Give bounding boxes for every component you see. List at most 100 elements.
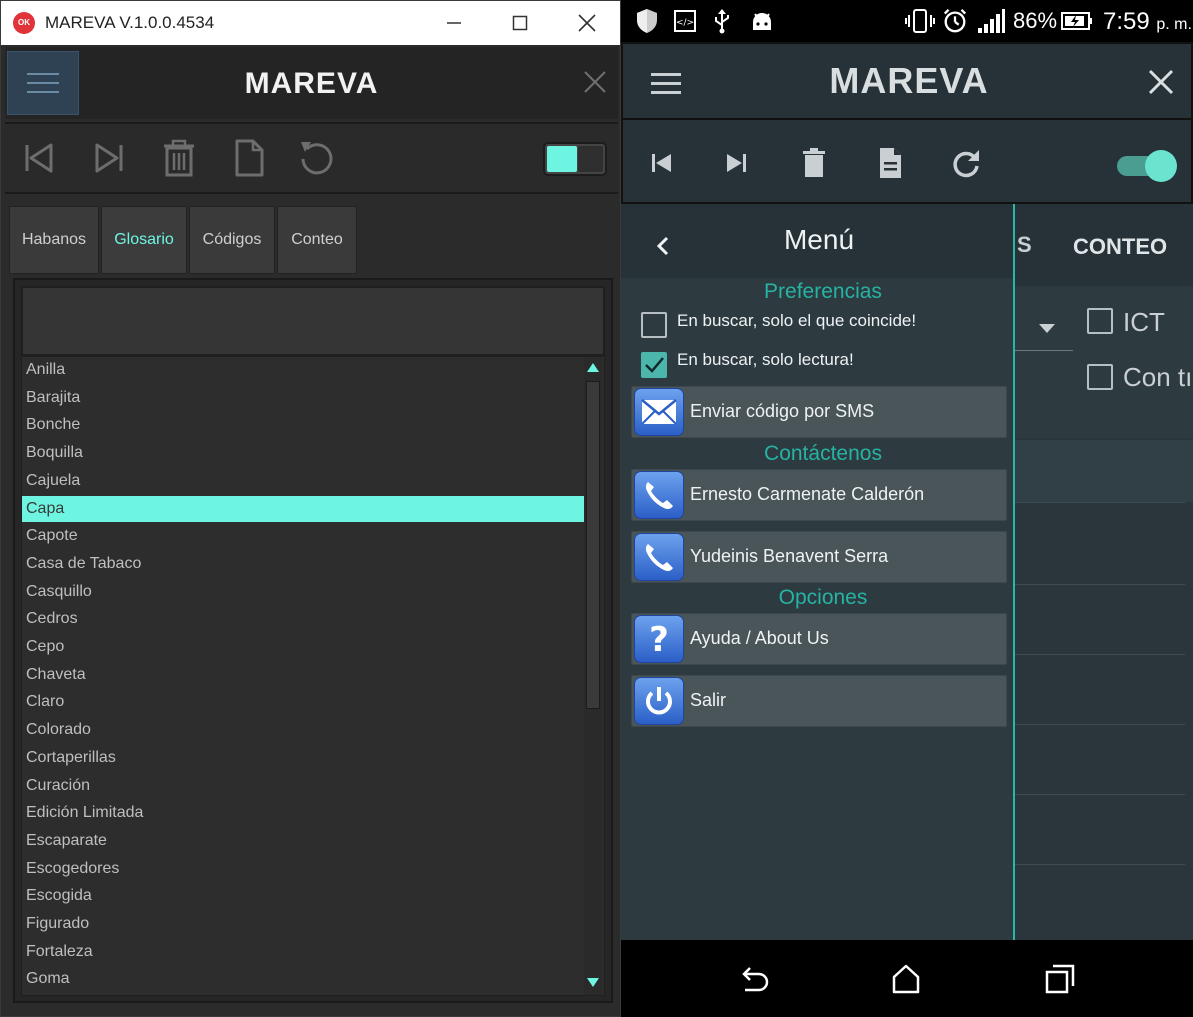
- search-input[interactable]: [21, 286, 605, 356]
- scroll-down-arrow-icon[interactable]: [587, 978, 599, 987]
- menu-item-exit-label: Salir: [690, 690, 727, 710]
- ict-checkbox[interactable]: [1087, 308, 1113, 334]
- section-opciones: Opciones: [778, 586, 868, 609]
- app-header: MAREVA: [5, 47, 618, 119]
- menu-item-exit[interactable]: Salir: [631, 675, 1007, 727]
- glossary-panel: Anilla Barajita Bonche Boquilla Cajuela …: [13, 278, 613, 1003]
- skip-first-icon[interactable]: [19, 138, 59, 178]
- refresh-icon[interactable]: [297, 138, 337, 178]
- tab-glosario[interactable]: Glosario: [101, 206, 187, 274]
- trash-icon[interactable]: [159, 138, 199, 178]
- scrollbar[interactable]: [584, 357, 602, 995]
- drawer-title: Menú: [783, 224, 855, 255]
- recents-icon[interactable]: [1043, 962, 1077, 996]
- list-item[interactable]: Escaparate: [22, 828, 584, 854]
- developer-icon: </>: [674, 10, 696, 32]
- navigation-drawer: Menú Preferencias En buscar, solo el que…: [621, 204, 1015, 940]
- status-bar: </> 86% 7:59 p. m.: [621, 0, 1193, 42]
- menu-item-sms[interactable]: Enviar código por SMS: [631, 386, 1007, 438]
- list-item[interactable]: Fortaleza: [22, 939, 584, 965]
- tab-codigos-partial[interactable]: S: [1017, 232, 1032, 258]
- scrollbar-thumb[interactable]: [586, 381, 600, 709]
- tab-bar: Habanos Glosario Códigos Conteo: [5, 198, 618, 278]
- close-icon[interactable]: [1147, 68, 1175, 96]
- list-item[interactable]: Bonche: [22, 412, 584, 438]
- list-item[interactable]: Claro: [22, 689, 584, 715]
- document-icon[interactable]: [229, 138, 269, 178]
- con-checkbox-label: Con tı: [1123, 362, 1193, 392]
- app-title: MAREVA: [244, 67, 379, 100]
- document-icon[interactable]: [873, 146, 907, 180]
- alarm-icon: [943, 9, 967, 33]
- skip-last-icon[interactable]: [89, 138, 129, 178]
- toolbar: [5, 122, 618, 194]
- scroll-up-arrow-icon[interactable]: [587, 363, 599, 372]
- window-close-button[interactable]: [567, 7, 607, 39]
- list-item[interactable]: Boquilla: [22, 440, 584, 466]
- envelope-icon: [634, 388, 684, 436]
- close-icon: [578, 14, 596, 32]
- list-item[interactable]: Colorado: [22, 717, 584, 743]
- glossary-list[interactable]: Anilla Barajita Bonche Boquilla Cajuela …: [21, 356, 605, 996]
- list-item[interactable]: Cedros: [22, 606, 584, 632]
- list-item[interactable]: Figurado: [22, 911, 584, 937]
- app-logo-icon: OK: [13, 12, 35, 34]
- dropdown-underline: [1015, 350, 1073, 351]
- results-divider: [1015, 654, 1185, 655]
- usb-icon: [715, 9, 729, 34]
- results-divider: [1015, 584, 1185, 585]
- list-item[interactable]: Escogida: [22, 883, 584, 909]
- list-item[interactable]: Chaveta: [22, 662, 584, 688]
- list-item[interactable]: Cortaperillas: [22, 745, 584, 771]
- maximize-button[interactable]: [500, 7, 540, 39]
- dropdown-arrow-icon[interactable]: [1039, 324, 1055, 333]
- menu-item-contact-2[interactable]: Yudeinis Benavent Serra: [631, 531, 1007, 583]
- pref-checkbox-lectura[interactable]: [641, 352, 667, 378]
- list-item[interactable]: Cepo: [22, 634, 584, 660]
- mode-switch[interactable]: [1115, 148, 1177, 182]
- minimize-button[interactable]: [434, 7, 474, 39]
- pref-checkbox-coincide[interactable]: [641, 312, 667, 338]
- home-icon[interactable]: [889, 962, 923, 996]
- list-item[interactable]: Anilla: [22, 357, 584, 383]
- menu-item-contact-2-label: Yudeinis Benavent Serra: [690, 546, 889, 566]
- tab-codigos[interactable]: Códigos: [189, 206, 275, 274]
- pref-label-lectura: En buscar, solo lectura!: [677, 350, 854, 369]
- list-item[interactable]: Cajuela: [22, 468, 584, 494]
- results-divider: [1015, 864, 1185, 865]
- tab-habanos[interactable]: Habanos: [9, 206, 99, 274]
- skip-last-icon[interactable]: [719, 146, 753, 180]
- results-header: [1015, 440, 1193, 502]
- android-icon: [753, 13, 771, 30]
- app-title: MAREVA: [829, 60, 989, 101]
- close-icon[interactable]: [582, 69, 608, 95]
- list-item[interactable]: Edición Limitada: [22, 800, 584, 826]
- list-item[interactable]: Capote: [22, 523, 584, 549]
- pref-label-coincide: En buscar, solo el que coincide!: [677, 311, 917, 330]
- con-checkbox[interactable]: [1087, 364, 1113, 390]
- tab-conteo[interactable]: Conteo: [277, 206, 357, 274]
- refresh-icon[interactable]: [949, 146, 983, 180]
- power-icon: [634, 677, 684, 725]
- skip-first-icon[interactable]: [645, 146, 679, 180]
- list-item[interactable]: Casa de Tabaco: [22, 551, 584, 577]
- list-item[interactable]: Casquillo: [22, 579, 584, 605]
- window-titlebar[interactable]: OK MAREVA V.1.0.0.4534: [1, 1, 620, 45]
- list-item[interactable]: Goma: [22, 966, 584, 992]
- list-item-selected[interactable]: Capa: [22, 495, 584, 522]
- signal-icon: [978, 9, 1005, 33]
- battery-percent: 86%: [1013, 8, 1058, 33]
- menu-item-contact-1-label: Ernesto Carmenate Calderón: [690, 484, 925, 504]
- menu-item-contact-1[interactable]: Ernesto Carmenate Calderón: [631, 469, 1007, 521]
- system-nav-bar: [621, 940, 1193, 1017]
- clock: 7:59 p. m.: [1103, 8, 1192, 36]
- tab-conteo[interactable]: CONTEO: [1073, 234, 1167, 260]
- list-item[interactable]: Barajita: [22, 385, 584, 411]
- menu-item-help[interactable]: ? Ayuda / About Us: [631, 613, 1007, 665]
- clock-time: 7:59: [1103, 8, 1150, 35]
- trash-icon[interactable]: [797, 146, 831, 180]
- back-icon[interactable]: [735, 962, 769, 996]
- mode-toggle[interactable]: [543, 142, 607, 176]
- list-item[interactable]: Escogedores: [22, 856, 584, 882]
- list-item[interactable]: Curación: [22, 773, 584, 799]
